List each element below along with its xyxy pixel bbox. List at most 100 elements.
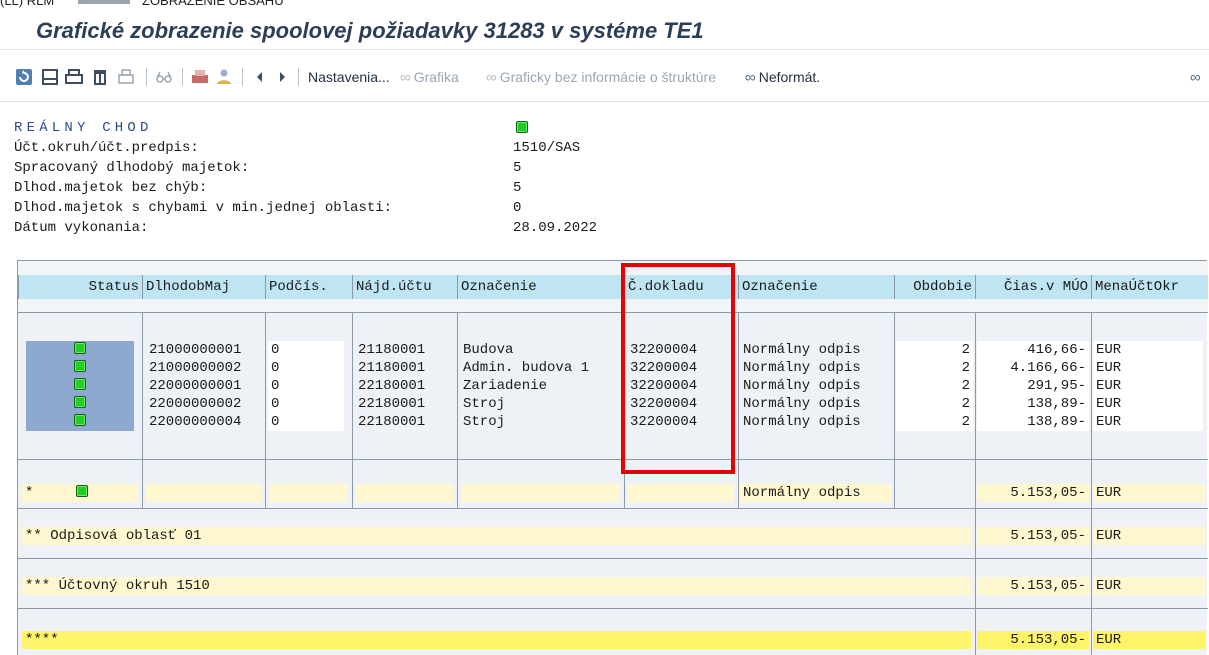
col-header-subnumber[interactable]: Podčís. <box>265 275 352 299</box>
green-status-icon <box>74 360 86 372</box>
total-band-company: *** Účtovný okruh 1510 5.153,05- EUR <box>18 558 1208 608</box>
total-label-cell: ** Odpisová oblasť 01 <box>22 527 971 545</box>
glasses-icon: ∞ <box>1190 68 1201 86</box>
col-header-asset-desc[interactable]: Označenie <box>457 275 624 299</box>
header-value: 5 <box>513 160 522 176</box>
refresh-icon <box>16 69 32 85</box>
prev-page-icon <box>257 72 262 82</box>
toolbar-separator <box>182 68 183 86</box>
highlight-annotation-box <box>621 263 735 474</box>
total-currency-cell: EUR <box>1093 577 1205 595</box>
depreciation-table: Status DlhodobMaj Podčís. Nájd.účtu Ozna… <box>17 260 1208 655</box>
glasses-icon: ∞ <box>400 68 411 86</box>
col-header-currency[interactable]: MenaÚčtOkr <box>1091 275 1208 299</box>
col-header-dep-desc[interactable]: Označenie <box>738 275 894 299</box>
account-cell: 22180001 <box>358 396 426 412</box>
status-led-header <box>516 121 528 138</box>
prev-page-button[interactable] <box>250 66 270 88</box>
currency-cell: EUR <box>1093 413 1203 431</box>
subtotal-currency-cell: EUR <box>1093 484 1205 502</box>
amount-cell: 4.166,66- <box>977 359 1089 377</box>
subnumber-cell: 0 <box>268 341 344 359</box>
printer-settings-icon <box>118 69 134 84</box>
fax-icon <box>192 70 208 83</box>
col-header-period[interactable]: Obdobie <box>894 275 975 299</box>
grand-total-amount-cell: 5.153,05- <box>977 631 1089 649</box>
print-immediately-button[interactable] <box>64 66 84 88</box>
status-cell <box>26 377 134 395</box>
asset-desc-cell: Stroj <box>463 414 506 430</box>
green-status-icon <box>74 396 86 408</box>
header-value: 5 <box>513 180 522 196</box>
period-cell: 2 <box>896 341 973 359</box>
green-status-icon <box>74 378 86 390</box>
green-status-icon <box>74 414 86 426</box>
green-status-icon <box>75 485 88 497</box>
settings-button[interactable]: Nastavenia... <box>308 66 390 88</box>
header-value: 28.09.2022 <box>513 220 598 236</box>
more-toolbar-button[interactable]: ∞ <box>1190 66 1204 88</box>
period-cell: 2 <box>896 359 973 377</box>
refresh-button[interactable] <box>14 66 34 88</box>
glasses-icon: ∞ <box>745 68 756 86</box>
period-cell: 2 <box>896 377 973 395</box>
run-type-heading: REÁLNY CHOD <box>14 120 153 136</box>
display-icon <box>156 71 172 83</box>
total-band-grand: **** 5.153,05- EUR <box>18 608 1208 655</box>
graphic-label: Grafika <box>413 69 459 85</box>
printer-settings-button[interactable] <box>116 66 136 88</box>
asset-cell: 22000000001 <box>149 378 242 394</box>
top-clipped-strip: (LL) RLM ZOBRAZENIE OBSAHU <box>0 0 1209 12</box>
graphic-button[interactable]: ∞ Grafika <box>400 66 459 88</box>
display-button[interactable] <box>154 66 174 88</box>
unformatted-button[interactable]: ∞ Neformát. <box>745 66 820 88</box>
graphic-nostruct-button[interactable]: ∞ Graficky bez informácie o štruktúre <box>486 66 716 88</box>
green-status-icon <box>74 342 86 354</box>
subnumber-cell: 0 <box>268 359 344 377</box>
dep-desc-cell: Normálny odpis <box>743 342 861 358</box>
total-band-area: ** Odpisová oblasť 01 5.153,05- EUR <box>18 508 1208 558</box>
subnumber-cell: 0 <box>268 377 344 395</box>
status-cell <box>26 359 134 377</box>
amount-cell: 138,89- <box>977 395 1089 413</box>
table-row[interactable]: 22000000004 0 22180001 Stroj 32200004 No… <box>18 413 1208 431</box>
delete-button[interactable] <box>90 66 110 88</box>
graphic-nostruct-label: Graficky bez informácie o štruktúre <box>499 69 716 85</box>
grand-total-label-cell: **** <box>22 631 971 649</box>
account-cell: 22180001 <box>358 414 426 430</box>
asset-desc-cell: Zariadenie <box>463 378 548 394</box>
subtotal-empty-cell <box>628 484 734 502</box>
col-header-amount[interactable]: Čias.v MÚO <box>975 275 1091 299</box>
asset-cell: 22000000004 <box>149 414 242 430</box>
total-label-cell: *** Účtovný okruh 1510 <box>22 577 971 595</box>
table-row[interactable]: 21000000001 0 21180001 Budova 32200004 N… <box>18 341 1208 359</box>
subnumber-cell: 0 <box>268 413 344 431</box>
next-page-button[interactable] <box>272 66 292 88</box>
total-amount-cell: 5.153,05- <box>977 577 1089 595</box>
title-bar: Grafické zobrazenie spoolovej požiadavky… <box>0 12 1209 50</box>
table-row[interactable]: 22000000002 0 22180001 Stroj 32200004 No… <box>18 395 1208 413</box>
subtotal-empty-cell <box>146 484 261 502</box>
green-status-icon <box>516 121 528 133</box>
amount-cell: 291,95- <box>977 377 1089 395</box>
table-row[interactable]: 21000000002 0 21180001 Admin. budova 1 3… <box>18 359 1208 377</box>
currency-cell: EUR <box>1093 395 1203 413</box>
col-header-status[interactable]: Status <box>18 275 142 299</box>
grand-total-currency-cell: EUR <box>1093 631 1205 649</box>
next-page-icon <box>280 72 285 82</box>
account-cell: 21180001 <box>358 342 426 358</box>
user-button[interactable] <box>214 66 234 88</box>
col-header-account[interactable]: Nájd.účtu <box>352 275 457 299</box>
col-header-asset[interactable]: DlhodobMaj <box>142 275 265 299</box>
dep-desc-cell: Normálny odpis <box>743 378 861 394</box>
glasses-icon: ∞ <box>486 68 497 86</box>
table-row[interactable]: 22000000001 0 22180001 Zariadenie 322000… <box>18 377 1208 395</box>
print-button[interactable] <box>40 66 60 88</box>
asset-desc-cell: Budova <box>463 342 514 358</box>
header-value: 1510/SAS <box>513 140 581 156</box>
spool-report: REÁLNY CHOD Účt.okruh/účt.predpis: 1510/… <box>0 102 1209 655</box>
dep-desc-cell: Normálny odpis <box>743 360 861 376</box>
fax-button[interactable] <box>190 66 210 88</box>
top-strip-right-text: ZOBRAZENIE OBSAHU <box>142 0 284 8</box>
header-label: Dátum vykonania: <box>14 220 149 236</box>
